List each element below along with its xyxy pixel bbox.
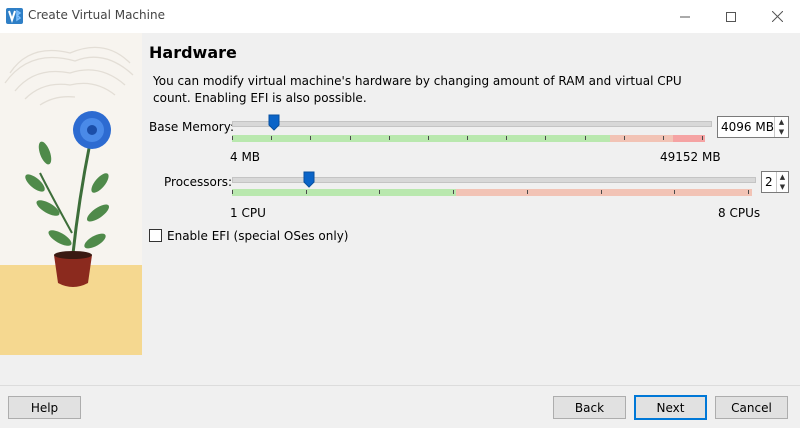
slider-tick [271, 136, 272, 140]
cpu-slider-ticks [232, 190, 752, 196]
base-memory-label: Base Memory: [149, 120, 235, 134]
cpu-max-label: 8 CPUs [718, 206, 761, 220]
spin-down-icon[interactable]: ▼ [777, 182, 788, 192]
slider-tick [232, 190, 233, 194]
wizard-illustration [0, 33, 142, 355]
window-title: Create Virtual Machine [28, 8, 165, 22]
slider-tick [663, 136, 664, 140]
close-icon [771, 11, 783, 22]
slider-tick [748, 190, 749, 194]
page-title: Hardware [149, 43, 237, 62]
slider-tick [306, 190, 307, 194]
slider-tick [585, 136, 586, 140]
slider-tick [674, 190, 675, 194]
cancel-button[interactable]: Cancel [715, 396, 788, 419]
title-bar: Create Virtual Machine [0, 0, 800, 33]
slider-tick [702, 136, 703, 140]
slider-tick [389, 136, 390, 140]
slider-tick [601, 190, 602, 194]
memory-min-label: 4 MB [230, 150, 261, 164]
processors-value[interactable]: 2 [762, 175, 776, 189]
spin-down-icon[interactable]: ▼ [775, 127, 788, 137]
slider-tick [624, 136, 625, 140]
memory-slider-handle[interactable] [268, 114, 280, 131]
processors-spinbox[interactable]: 2 ▲ ▼ [761, 171, 789, 193]
slider-tick [350, 136, 351, 140]
slider-tick [428, 136, 429, 140]
spin-up-icon[interactable]: ▲ [777, 172, 788, 182]
slider-tick [527, 190, 528, 194]
next-button[interactable]: Next [634, 395, 707, 420]
close-button[interactable] [754, 0, 800, 33]
cpu-min-label: 1 CPU [230, 206, 266, 220]
minimize-icon [680, 16, 690, 17]
memory-max-label: 49152 MB [660, 150, 721, 164]
maximize-icon [726, 11, 736, 22]
enable-efi-label[interactable]: Enable EFI (special OSes only) [167, 229, 348, 243]
enable-efi-checkbox[interactable] [149, 229, 162, 242]
slider-tick [467, 136, 468, 140]
cpu-slider-handle[interactable] [303, 171, 315, 188]
flower-pot-illustration [0, 33, 142, 355]
slider-tick [310, 136, 311, 140]
back-button[interactable]: Back [553, 396, 626, 419]
maximize-button[interactable] [708, 0, 754, 33]
slider-tick [506, 136, 507, 140]
memory-slider-track [232, 121, 712, 127]
memory-slider-ticks [232, 136, 706, 142]
page-description: You can modify virtual machine's hardwar… [153, 74, 682, 105]
memory-value[interactable]: 4096 MB [718, 120, 774, 134]
processors-label: Processors: [164, 175, 233, 189]
virtualbox-logo-icon [6, 8, 23, 24]
minimize-button[interactable] [662, 0, 708, 33]
slider-tick [453, 190, 454, 194]
slider-tick [232, 136, 233, 140]
memory-spinbox[interactable]: 4096 MB ▲ ▼ [717, 116, 789, 138]
help-button[interactable]: Help [8, 396, 81, 419]
spin-up-icon[interactable]: ▲ [775, 117, 788, 127]
slider-tick [379, 190, 380, 194]
slider-tick [545, 136, 546, 140]
